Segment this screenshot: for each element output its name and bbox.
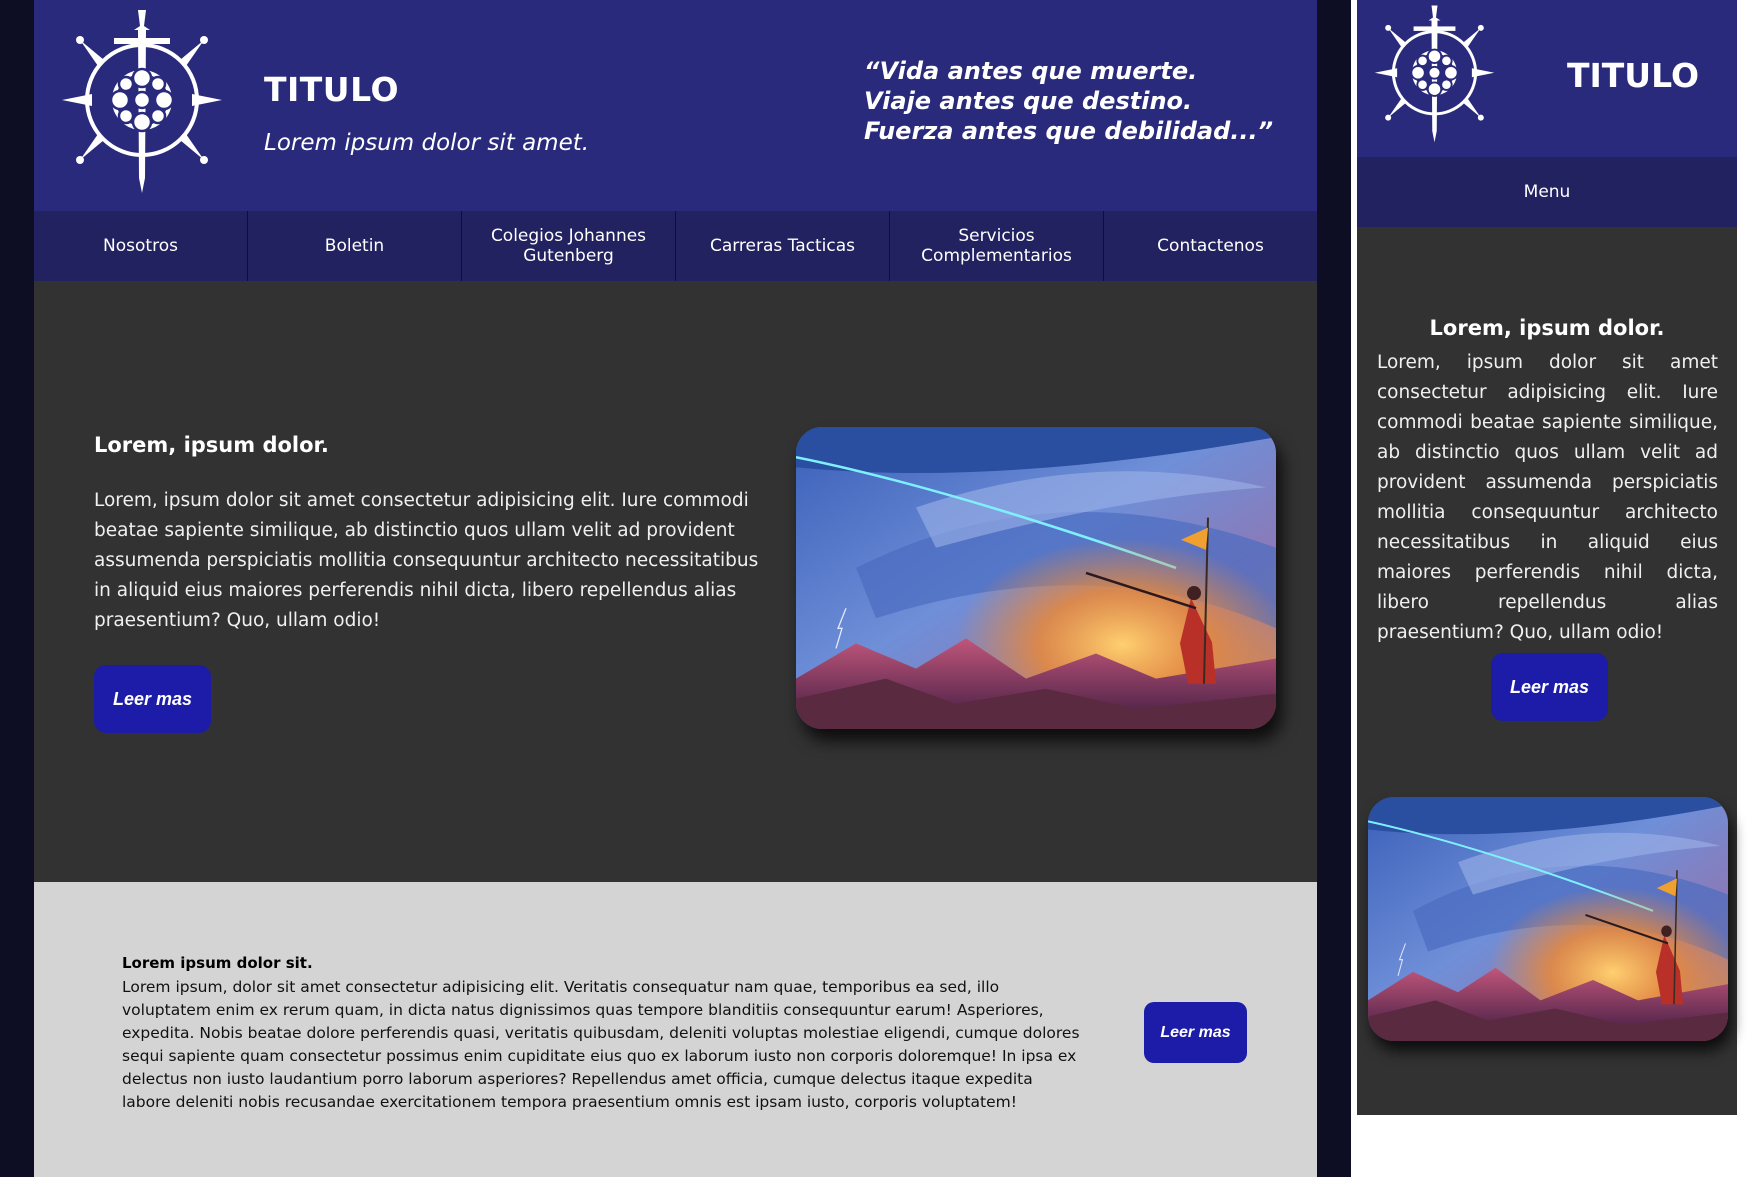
hero-heading: Lorem, ipsum dolor. [94,433,329,457]
quote-line: Viaje antes que destino. [864,87,1193,115]
quote-line: “Vida antes que muerte. [864,57,1198,85]
footer-paragraph: Lorem ipsum, dolor sit amet consectetur … [122,978,1080,1111]
footer-section: Lorem ipsum dolor sit. Lorem ipsum, dolo… [34,882,1317,1177]
mobile-page: TITULO Menu Lorem, ipsum dolor. Lorem, i… [1357,0,1737,1115]
main-nav: Nosotros Boletin Colegios Johannes Guten… [34,211,1317,281]
desktop-header: TITULO Lorem ipsum dolor sit amet. “Vida… [34,0,1317,211]
site-title: TITULO [264,70,399,109]
storm-painting [1368,797,1728,1041]
compass-sword-logo-icon [52,8,232,198]
mobile-read-more-button[interactable]: Leer mas [1491,653,1608,721]
header-quote: “Vida antes que muerte. Viaje antes que … [864,56,1284,146]
hero-image [796,427,1276,729]
nav-item-colegios[interactable]: Colegios Johannes Gutenberg [462,211,676,281]
mobile-site-title: TITULO [1567,56,1699,95]
mobile-hero-paragraph: Lorem, ipsum dolor sit amet consectetur … [1377,352,1718,643]
nav-item-contactenos[interactable]: Contactenos [1104,211,1317,281]
compass-sword-logo-icon [1367,4,1502,146]
mobile-menu-button[interactable]: Menu [1357,157,1737,227]
site-subtitle: Lorem ipsum dolor sit amet. [264,130,590,156]
desktop-page: TITULO Lorem ipsum dolor sit amet. “Vida… [34,0,1317,1177]
read-more-button[interactable]: Leer mas [94,665,211,733]
quote-line: Fuerza antes que debilidad...” [864,117,1274,145]
nav-item-boletin[interactable]: Boletin [248,211,462,281]
footer-read-more-button[interactable]: Leer mas [1144,1002,1247,1063]
nav-item-nosotros[interactable]: Nosotros [34,211,248,281]
hero-paragraph: Lorem, ipsum dolor sit amet consectetur … [94,490,759,631]
mobile-header: TITULO [1357,0,1737,157]
nav-item-servicios[interactable]: Servicios Complementarios [890,211,1104,281]
nav-item-carreras[interactable]: Carreras Tacticas [676,211,890,281]
hero-section: Lorem, ipsum dolor. Lorem, ipsum dolor s… [34,281,1317,882]
footer-heading: Lorem ipsum dolor sit. [122,954,313,972]
mobile-hero-heading: Lorem, ipsum dolor. [1429,316,1665,340]
mobile-hero-image [1368,797,1728,1041]
mobile-hero-section: Lorem, ipsum dolor. Lorem, ipsum dolor s… [1357,227,1737,1115]
storm-painting [796,427,1276,729]
